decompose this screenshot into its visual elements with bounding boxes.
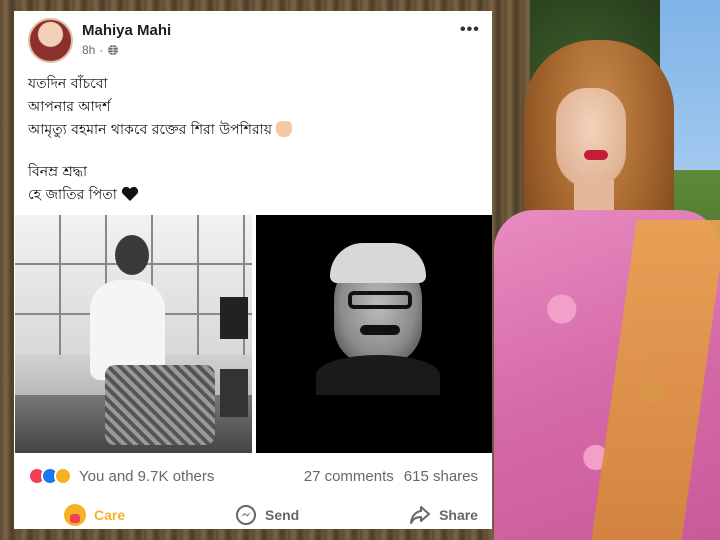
comments-count[interactable]: 27 comments (304, 468, 394, 485)
more-icon[interactable]: ••• (460, 21, 480, 39)
black-heart-icon (121, 186, 138, 201)
checkered-lungi (105, 365, 215, 445)
shares-count[interactable]: 615 shares (404, 468, 478, 485)
portrait-hair (330, 243, 426, 283)
share-label: Share (439, 507, 478, 523)
man-head (115, 235, 149, 275)
author-name[interactable]: Mahiya Mahi (82, 22, 171, 39)
face (556, 88, 626, 188)
share-button[interactable]: Share (409, 505, 478, 525)
glasses (348, 291, 412, 309)
globe-icon[interactable] (107, 44, 119, 56)
separator-dot: · (99, 43, 104, 57)
text-line: যতদিন বাঁচবো (28, 76, 108, 92)
text-line-with-emoji: আমৃত্যু বহমান থাকবে রক্তের শিরা উপশিরায় (28, 119, 468, 142)
reaction-summary[interactable]: You and 9.7K others (28, 467, 214, 485)
care-button[interactable]: Care (64, 504, 125, 526)
post-photo-left[interactable] (15, 215, 252, 453)
reaction-icons (28, 467, 72, 485)
chair (220, 297, 248, 417)
text-line: বিনম্র শ্রদ্ধা (28, 164, 88, 180)
messenger-icon (235, 505, 256, 525)
send-button[interactable]: Send (235, 504, 299, 526)
engagement-counts: 27 comments 615 shares (304, 468, 478, 485)
care-label: Care (94, 507, 126, 523)
woman-photo (494, 0, 720, 540)
post-time[interactable]: 8h (82, 43, 95, 57)
mustache (360, 325, 400, 335)
facebook-post-card: Mahiya Mahi 8h · ••• যতদিন বাঁচবো আপনার … (14, 11, 492, 529)
reactions-text[interactable]: You and 9.7K others (79, 468, 214, 485)
avatar[interactable] (28, 18, 73, 63)
post-photo-right[interactable] (256, 215, 492, 453)
text-line-with-emoji: হে জাতির পিতা (28, 184, 468, 207)
post-actions: Care Send Share (14, 501, 492, 529)
share-arrow-icon (410, 506, 431, 524)
text-line: আমৃত্যু বহমান থাকবে রক্তের শিরা উপশিরায় (28, 122, 272, 138)
lips (584, 150, 608, 160)
raised-fist-emoji-icon (275, 121, 292, 137)
text-line: হে জাতির পিতা (28, 187, 117, 203)
care-emoji-icon (64, 504, 86, 526)
send-label: Send (264, 507, 300, 523)
post-text: যতদিন বাঁচবো আপনার আদর্শ আমৃত্যু বহমান থ… (28, 73, 468, 207)
post-meta: 8h · (82, 43, 119, 57)
care-reaction-icon (54, 467, 72, 485)
coat (316, 355, 440, 395)
text-line: আপনার আদর্শ (28, 99, 111, 115)
